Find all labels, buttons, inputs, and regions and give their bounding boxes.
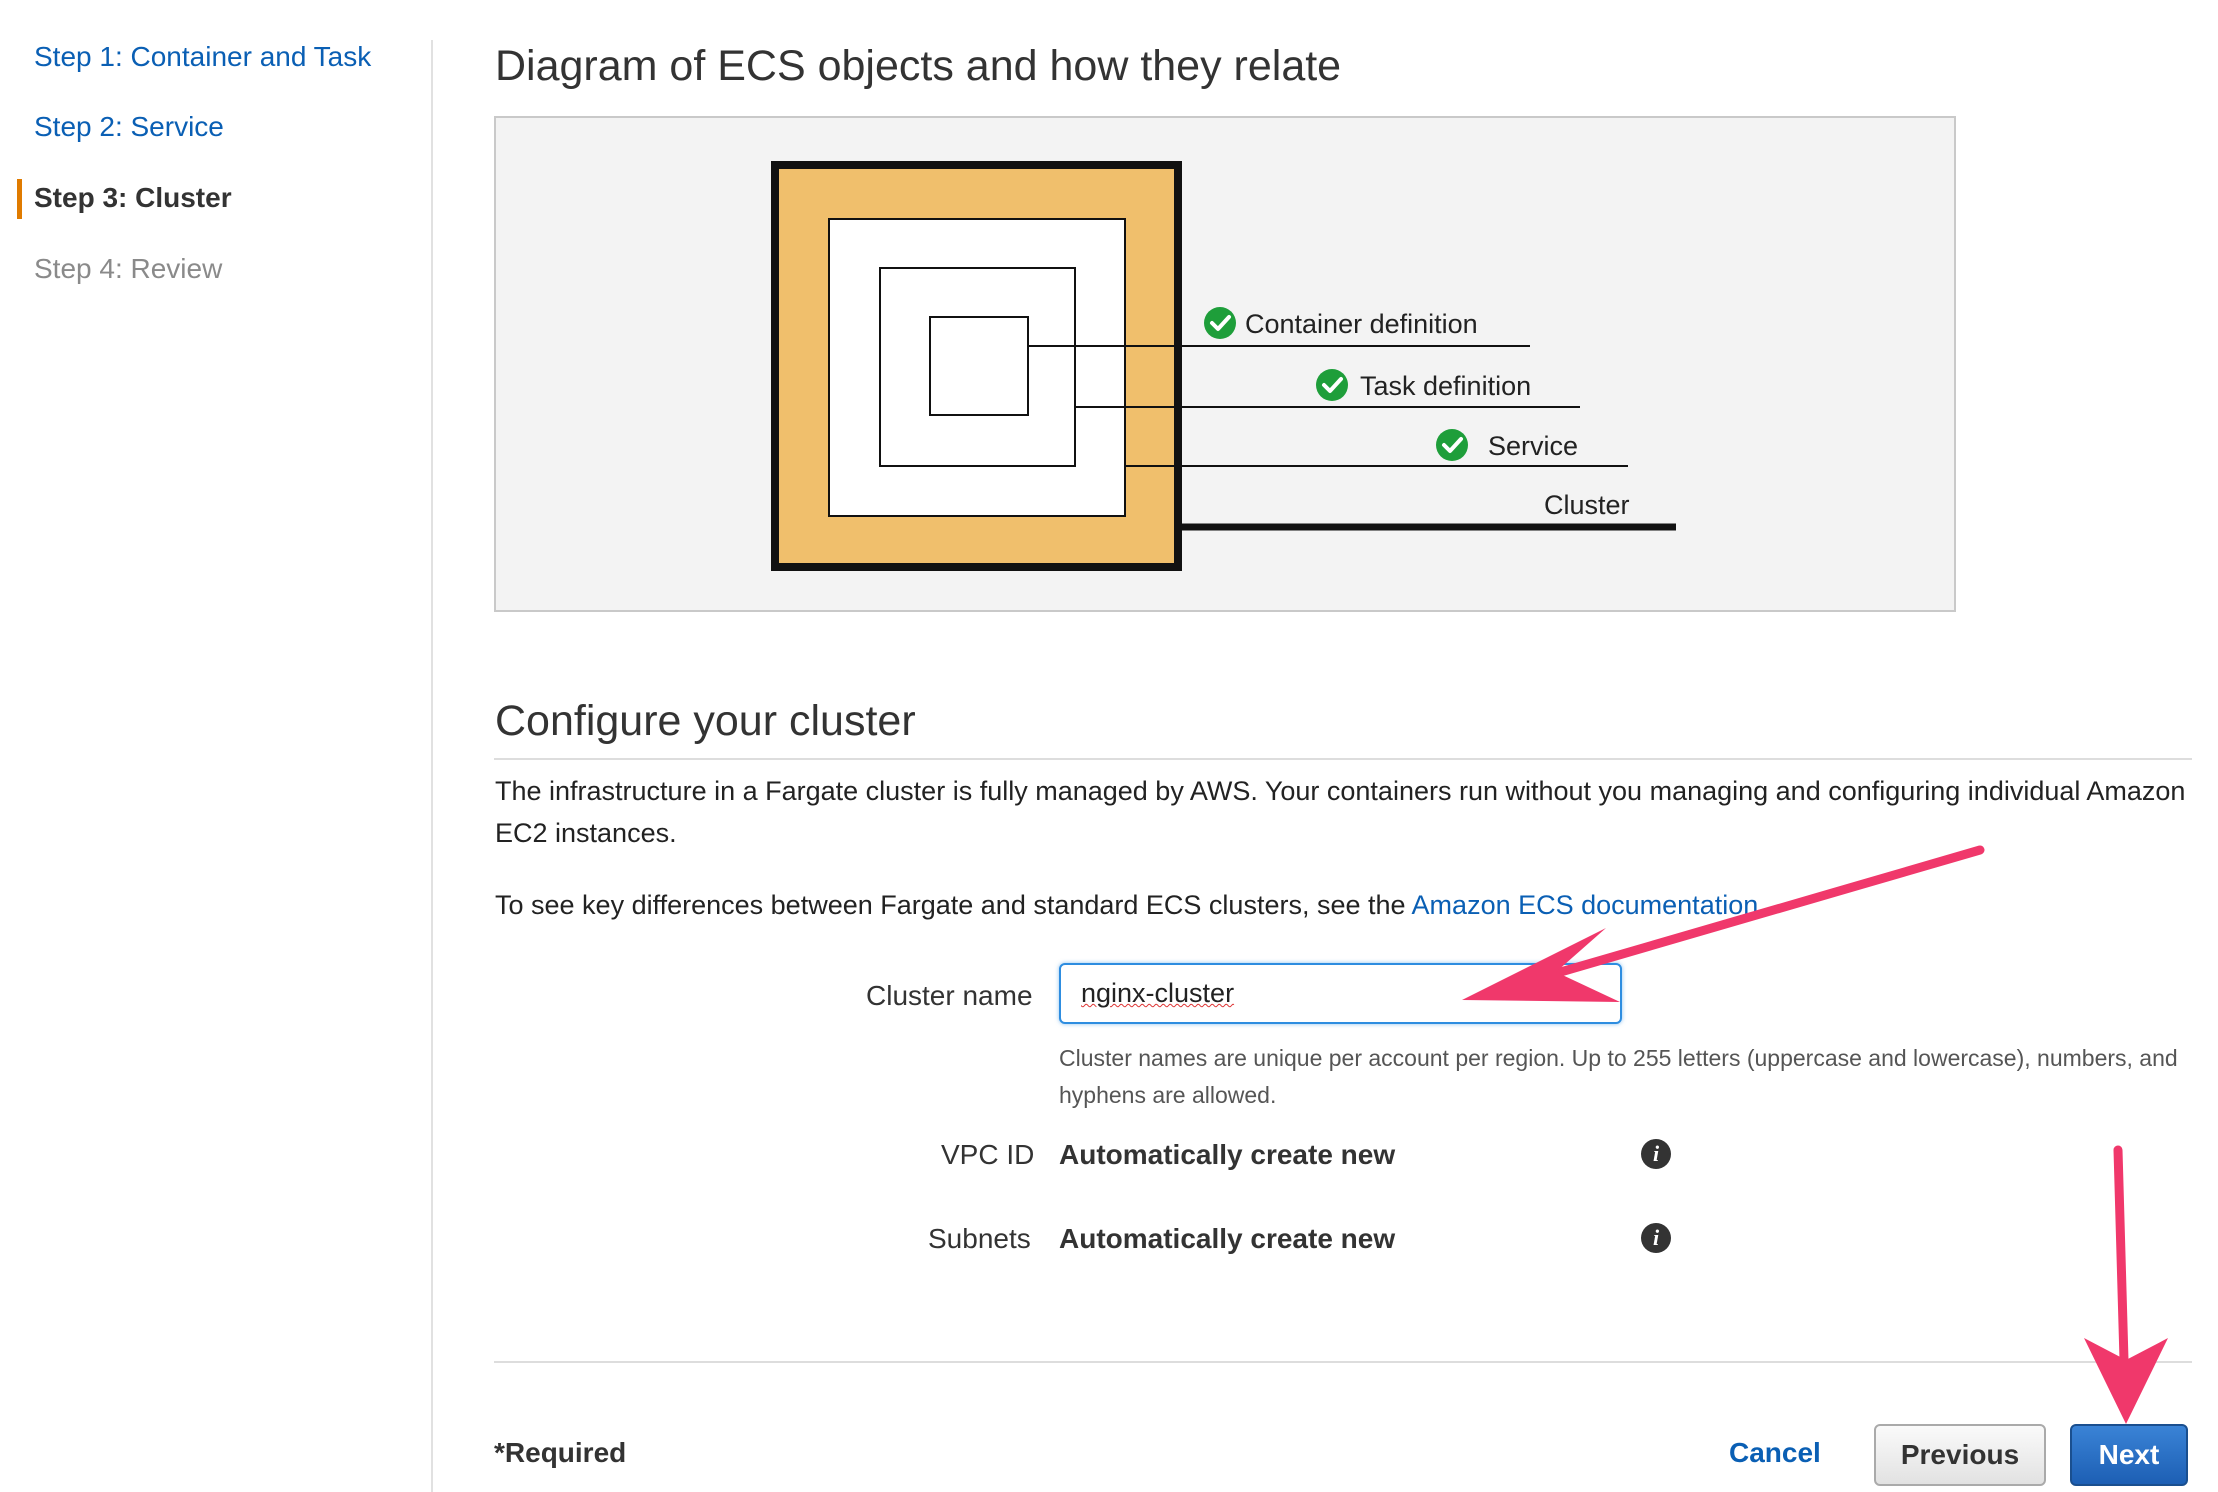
fargate-description: The infrastructure in a Fargate cluster … bbox=[495, 776, 2186, 848]
documentation-suffix: . bbox=[1758, 890, 1766, 920]
next-button[interactable]: Next bbox=[2070, 1424, 2188, 1486]
subnets-label: Subnets bbox=[928, 1223, 1031, 1254]
sidebar-step-cluster: Step 3: Cluster bbox=[34, 182, 232, 213]
active-step-indicator bbox=[17, 179, 22, 219]
subnets-info-icon[interactable]: i bbox=[1641, 1223, 1671, 1253]
cluster-name-hint: Cluster names are unique per account per… bbox=[1059, 1045, 2178, 1108]
cluster-name-label: Cluster name bbox=[866, 980, 1033, 1011]
task-check-icon bbox=[1316, 369, 1348, 401]
sidebar-step-container-and-task[interactable]: Step 1: Container and Task bbox=[34, 40, 371, 74]
previous-button[interactable]: Previous bbox=[1874, 1424, 2046, 1486]
task-definition-label: Task definition bbox=[1360, 371, 1531, 401]
sidebar-divider bbox=[431, 40, 433, 1492]
configure-cluster-heading: Configure your cluster bbox=[495, 697, 916, 745]
required-note: *Required bbox=[494, 1437, 627, 1468]
ecs-documentation-link[interactable]: Amazon ECS documentation bbox=[1412, 890, 1759, 920]
footer-divider bbox=[494, 1361, 2192, 1363]
vpc-id-label: VPC ID bbox=[941, 1139, 1035, 1170]
cluster-label: Cluster bbox=[1544, 490, 1630, 520]
vpc-info-icon[interactable]: i bbox=[1641, 1139, 1671, 1169]
wizard-sidebar: Step 1: Container and Task Step 2: Servi… bbox=[0, 0, 432, 1492]
cancel-link[interactable]: Cancel bbox=[1729, 1437, 1821, 1469]
arrow-to-next-button-icon bbox=[2084, 1145, 2168, 1424]
container-definition-box bbox=[929, 316, 1029, 416]
documentation-prefix: To see key differences between Fargate a… bbox=[495, 890, 1412, 920]
service-check-icon bbox=[1436, 429, 1468, 461]
cluster-name-input[interactable] bbox=[1059, 963, 1622, 1024]
heading-divider bbox=[494, 758, 2192, 760]
container-check-icon bbox=[1204, 307, 1236, 339]
ecs-diagram: Container definition Task definition Ser… bbox=[494, 116, 1956, 612]
vpc-id-value: Automatically create new bbox=[1059, 1139, 1396, 1170]
service-label: Service bbox=[1488, 431, 1578, 461]
container-definition-label: Container definition bbox=[1245, 309, 1478, 339]
diagram-title: Diagram of ECS objects and how they rela… bbox=[495, 42, 1342, 90]
documentation-sentence: To see key differences between Fargate a… bbox=[495, 884, 1766, 926]
sidebar-step-review: Step 4: Review bbox=[34, 253, 223, 284]
ecs-diagram-figure: Container definition Task definition Ser… bbox=[771, 161, 1676, 571]
sidebar-step-service[interactable]: Step 2: Service bbox=[34, 110, 224, 144]
subnets-value: Automatically create new bbox=[1059, 1223, 1396, 1254]
